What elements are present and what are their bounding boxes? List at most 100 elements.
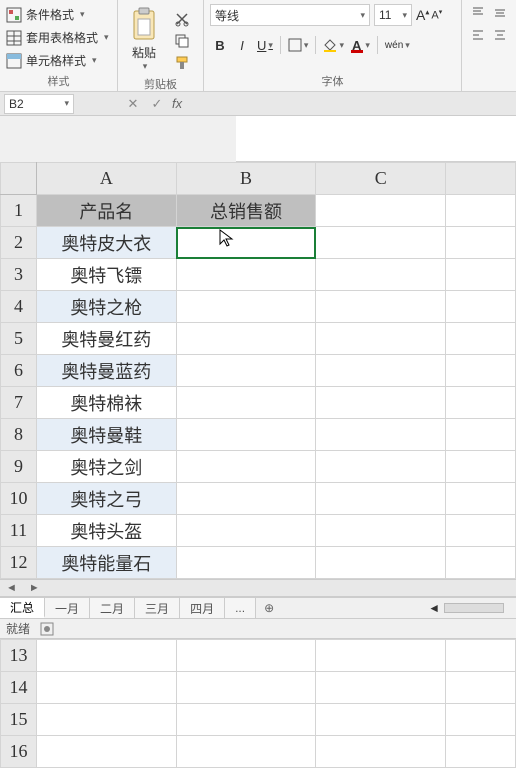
column-header-c[interactable]: C xyxy=(316,163,446,195)
cell[interactable] xyxy=(176,640,316,672)
underline-button[interactable]: U▾ xyxy=(254,34,276,56)
cell[interactable]: 奥特之弓 xyxy=(36,483,176,515)
cell[interactable] xyxy=(176,387,316,419)
cell[interactable]: 奥特曼鞋 xyxy=(36,419,176,451)
cell[interactable] xyxy=(446,259,516,291)
cell[interactable] xyxy=(176,547,316,579)
sheet-tab-active[interactable]: 汇总 xyxy=(0,598,45,618)
row-header[interactable]: 8 xyxy=(1,419,37,451)
select-all-corner[interactable] xyxy=(1,163,37,195)
copy-button[interactable] xyxy=(172,32,192,50)
sheet-nav-next[interactable]: ► xyxy=(29,582,40,594)
cell[interactable] xyxy=(176,323,316,355)
cell[interactable] xyxy=(316,323,446,355)
formula-input[interactable] xyxy=(236,116,516,162)
cell[interactable] xyxy=(316,355,446,387)
cell[interactable] xyxy=(316,672,446,704)
cell[interactable]: 总销售额 xyxy=(176,195,316,227)
cell[interactable]: 奥特曼蓝药 xyxy=(36,355,176,387)
italic-button[interactable]: I xyxy=(232,34,252,56)
cell[interactable] xyxy=(316,547,446,579)
align-middle-button[interactable] xyxy=(490,4,510,22)
cell[interactable] xyxy=(316,451,446,483)
column-header-b[interactable]: B xyxy=(176,163,316,195)
cell-style-button[interactable]: 单元格样式 ▾ xyxy=(6,50,97,71)
row-header[interactable]: 7 xyxy=(1,387,37,419)
name-box[interactable]: B2 ▾ xyxy=(4,94,74,114)
cell[interactable] xyxy=(316,483,446,515)
column-header-d[interactable] xyxy=(446,163,516,195)
paste-button[interactable]: 粘贴 ▾ xyxy=(124,4,164,74)
spreadsheet-grid-lower[interactable]: 13141516 xyxy=(0,639,516,768)
cell[interactable] xyxy=(176,355,316,387)
cell[interactable] xyxy=(316,227,446,259)
row-header[interactable]: 12 xyxy=(1,547,37,579)
cell[interactable] xyxy=(176,515,316,547)
row-header[interactable]: 9 xyxy=(1,451,37,483)
cell[interactable] xyxy=(446,515,516,547)
hscroll-track[interactable] xyxy=(444,603,504,613)
font-name-select[interactable]: 等线 ▾ xyxy=(210,4,370,26)
phonetic-button[interactable]: wén▾ xyxy=(382,34,413,56)
align-left-button[interactable] xyxy=(468,26,488,44)
fx-label[interactable]: fx xyxy=(172,96,182,111)
row-header[interactable]: 1 xyxy=(1,195,37,227)
row-header[interactable]: 10 xyxy=(1,483,37,515)
sheet-tab-more[interactable]: ... xyxy=(225,598,256,618)
row-header[interactable]: 11 xyxy=(1,515,37,547)
cell[interactable]: 奥特头盔 xyxy=(36,515,176,547)
cell[interactable] xyxy=(36,672,176,704)
cell[interactable] xyxy=(446,387,516,419)
cell[interactable] xyxy=(446,672,516,704)
border-button[interactable]: ▾ xyxy=(285,34,312,56)
row-header[interactable]: 2 xyxy=(1,227,37,259)
column-header-a[interactable]: A xyxy=(36,163,176,195)
sheet-tab[interactable]: 四月 xyxy=(180,598,225,618)
cell[interactable] xyxy=(316,704,446,736)
cell[interactable] xyxy=(316,291,446,323)
align-top-button[interactable] xyxy=(468,4,488,22)
cell[interactable] xyxy=(316,387,446,419)
cell[interactable]: 产品名 xyxy=(36,195,176,227)
cell[interactable] xyxy=(316,195,446,227)
cell[interactable] xyxy=(176,227,316,259)
macro-record-icon[interactable] xyxy=(40,622,54,636)
cell[interactable] xyxy=(36,704,176,736)
cell[interactable] xyxy=(176,483,316,515)
cell[interactable]: 奥特之剑 xyxy=(36,451,176,483)
cell[interactable] xyxy=(446,227,516,259)
cell[interactable] xyxy=(446,291,516,323)
cell[interactable] xyxy=(176,291,316,323)
cell[interactable] xyxy=(446,355,516,387)
row-header[interactable]: 13 xyxy=(1,640,37,672)
sheet-tab[interactable]: 二月 xyxy=(90,598,135,618)
cell[interactable]: 奥特飞镖 xyxy=(36,259,176,291)
cell[interactable]: 奥特皮大衣 xyxy=(36,227,176,259)
conditional-format-button[interactable]: 条件格式 ▾ xyxy=(6,4,85,25)
sheet-tab[interactable]: 一月 xyxy=(45,598,90,618)
row-header[interactable]: 3 xyxy=(1,259,37,291)
row-header[interactable]: 14 xyxy=(1,672,37,704)
table-format-button[interactable]: 套用表格格式 ▾ xyxy=(6,27,109,48)
fill-color-button[interactable]: ▾ xyxy=(320,34,347,56)
cell[interactable] xyxy=(446,547,516,579)
cell[interactable] xyxy=(176,259,316,291)
cancel-formula-button[interactable]: ✕ xyxy=(124,96,142,112)
cell[interactable] xyxy=(316,259,446,291)
cell[interactable]: 奥特能量石 xyxy=(36,547,176,579)
cell[interactable] xyxy=(176,419,316,451)
confirm-formula-button[interactable]: ✓ xyxy=(148,96,166,112)
cell[interactable] xyxy=(446,419,516,451)
cell[interactable] xyxy=(316,419,446,451)
bold-button[interactable]: B xyxy=(210,34,230,56)
row-header[interactable]: 4 xyxy=(1,291,37,323)
cell[interactable] xyxy=(446,451,516,483)
hscroll-left[interactable]: ◄ xyxy=(428,601,440,615)
cell[interactable] xyxy=(446,640,516,672)
cell[interactable] xyxy=(446,195,516,227)
cell[interactable]: 奥特之枪 xyxy=(36,291,176,323)
sheet-nav-first[interactable]: ◄ xyxy=(6,582,17,594)
align-center-button[interactable] xyxy=(490,26,510,44)
decrease-font-button[interactable]: A▾ xyxy=(431,8,442,22)
cell[interactable] xyxy=(36,640,176,672)
